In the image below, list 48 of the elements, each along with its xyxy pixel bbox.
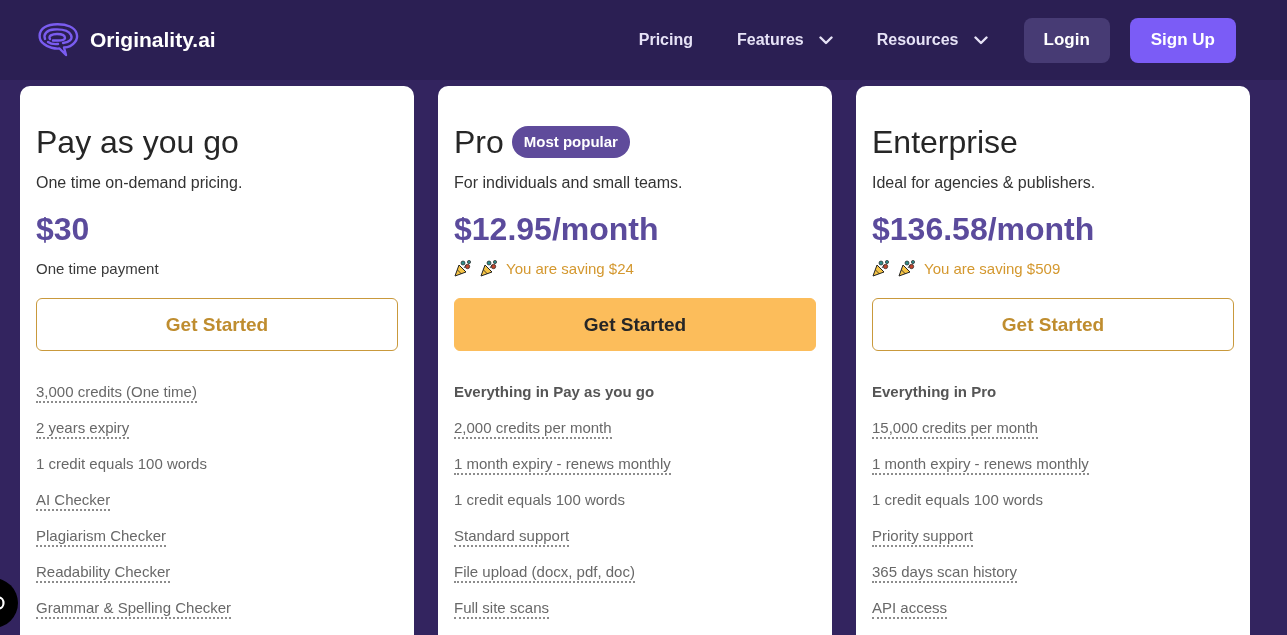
party-popper-icon	[898, 259, 916, 277]
feature-item: 1 credit equals 100 words	[36, 455, 207, 473]
feature-item: Readability Checker	[36, 563, 171, 583]
payment-note: One time payment	[36, 259, 159, 277]
chevron-down-icon	[973, 35, 988, 45]
plan-price: $12.95/month	[454, 210, 660, 249]
feature-item: 3,000 credits (One time)	[36, 383, 197, 403]
plan-title: Pro	[454, 123, 504, 161]
party-popper-icon	[480, 259, 498, 277]
plan-description: One time on-demand pricing.	[36, 173, 244, 193]
chevron-down-icon	[818, 35, 833, 45]
nav-dropdown-button[interactable]: Features	[737, 27, 833, 53]
feature-item: 1 month expiry - renews monthly	[872, 455, 1089, 475]
sign-up-button[interactable]: Sign Up	[1129, 17, 1236, 63]
plan-description: Ideal for agencies & publishers.	[872, 173, 1097, 193]
feature-item: File upload (docx, pdf, doc)	[454, 563, 635, 583]
feature-item: 1 credit equals 100 words	[872, 491, 1043, 509]
feature-item: AI Checker	[36, 491, 111, 511]
plan-title: Enterprise	[872, 123, 1018, 161]
feature-item: 15,000 credits per month	[872, 419, 1038, 439]
savings-note: You are saving $24	[506, 259, 634, 277]
feature-item: 2,000 credits per month	[454, 419, 612, 439]
feature-item: 2 years expiry	[36, 419, 130, 439]
logo-wordmark[interactable]: Originality.ai	[90, 28, 216, 52]
brain-logo-icon[interactable]	[36, 22, 80, 58]
feature-item: Priority support	[872, 527, 973, 547]
login-button[interactable]: Login	[1023, 17, 1110, 63]
nav-link[interactable]: Pricing	[638, 27, 693, 53]
nav-dropdown-button[interactable]: Resources	[876, 27, 988, 53]
feature-item: Grammar & Spelling Checker	[36, 599, 232, 619]
plan-price: $136.58/month	[872, 210, 1096, 249]
feature-item: Plagiarism Checker	[36, 527, 167, 547]
plan-description: For individuals and small teams.	[454, 173, 684, 193]
plan-price: $30	[36, 210, 91, 249]
feature-item: API access	[872, 599, 948, 619]
savings-note: You are saving $509	[924, 259, 1061, 277]
feature-item: 1 credit equals 100 words	[454, 491, 625, 509]
get-started-button[interactable]: Get Started	[454, 298, 816, 351]
feature-item: Standard support	[454, 527, 570, 547]
feature-item: 1 month expiry - renews monthly	[454, 455, 671, 475]
party-popper-icon	[454, 259, 472, 277]
feature-item: Full site scans	[454, 599, 550, 619]
party-popper-icon	[872, 259, 890, 277]
feature-heading: Everything in Pay as you go	[454, 383, 655, 401]
popular-badge: Most popular	[511, 126, 630, 158]
feature-heading: Everything in Pro	[872, 383, 997, 401]
feature-item: 365 days scan history	[872, 563, 1018, 583]
plan-title: Pay as you go	[36, 123, 239, 161]
